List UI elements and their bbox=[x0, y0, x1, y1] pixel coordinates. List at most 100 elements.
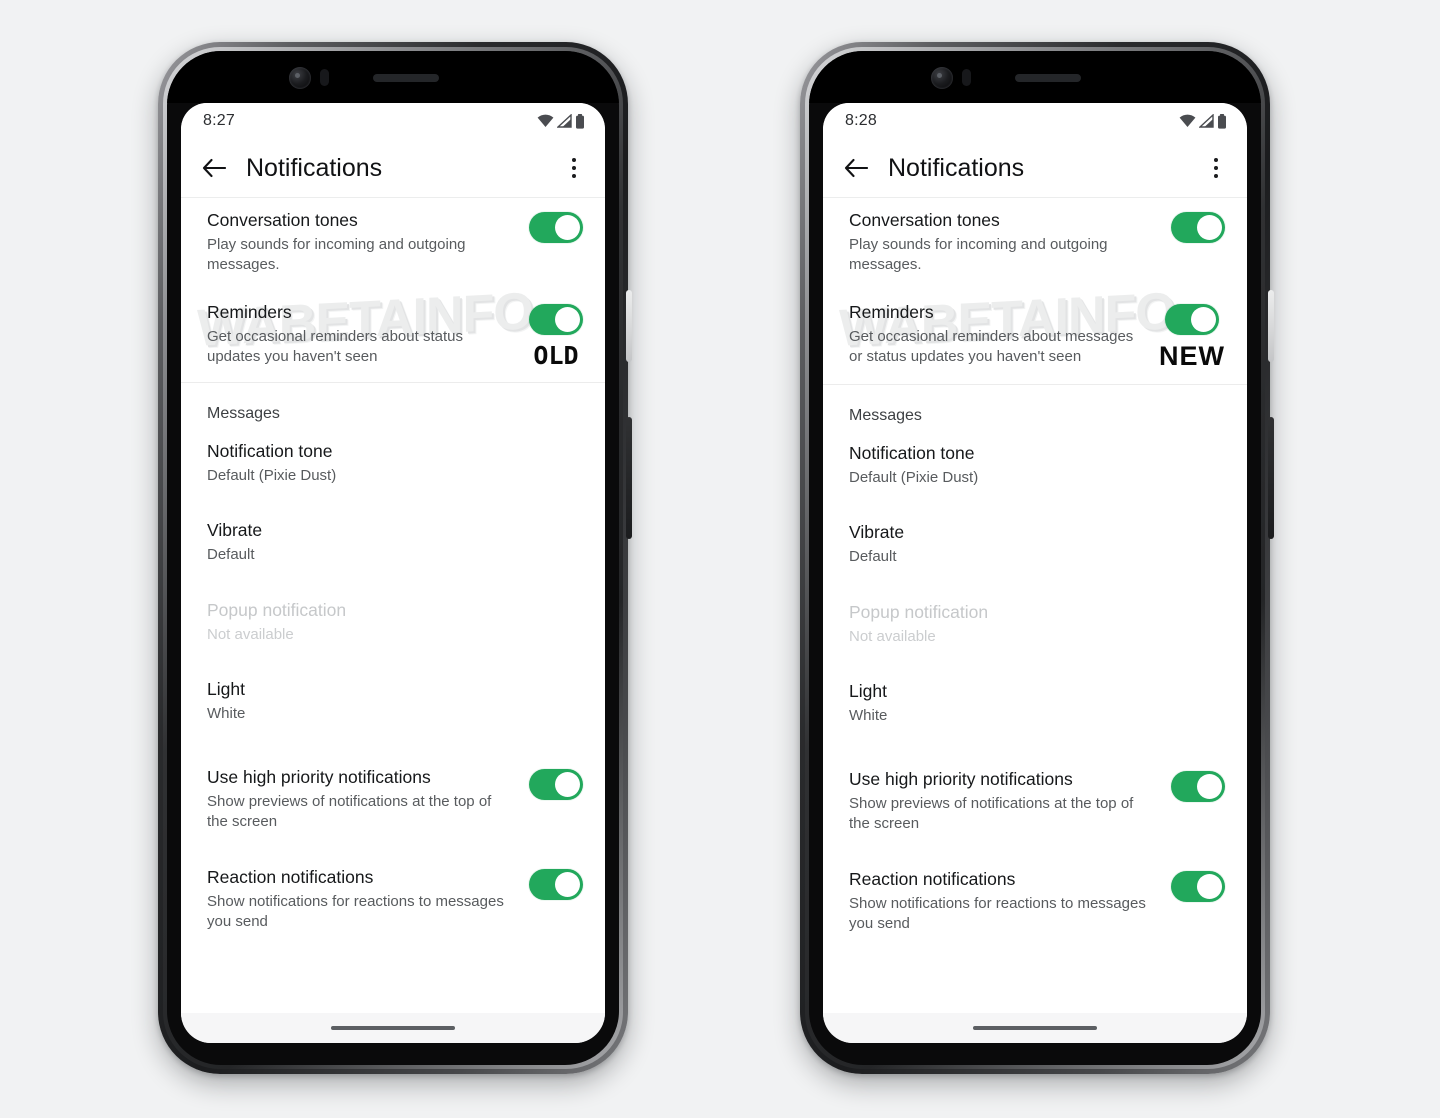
phone-screen: 8:28 Notifications WABETAINFO Conversati… bbox=[823, 103, 1247, 1043]
row-title: Reaction notifications bbox=[207, 866, 374, 887]
settings-content[interactable]: WABETAINFO Conversation tones Play sound… bbox=[823, 198, 1247, 1013]
setting-row-reminders[interactable]: Reminders Get occasional reminders about… bbox=[823, 290, 1247, 384]
section-messages: Notification tone Default (Pixie Dust) V… bbox=[823, 431, 1247, 741]
row-subtitle: Default (Pixie Dust) bbox=[207, 466, 337, 484]
settings-content[interactable]: WABETAINFO Conversation tones Play sound… bbox=[181, 198, 605, 1013]
row-control bbox=[1171, 210, 1225, 243]
row-control bbox=[529, 867, 583, 900]
toggle-conversation-tones[interactable] bbox=[529, 212, 583, 243]
status-bar: 8:27 bbox=[181, 103, 605, 139]
toggle-reminders[interactable] bbox=[529, 303, 583, 335]
toggle-knob bbox=[555, 771, 580, 797]
section-general: Conversation tones Play sounds for incom… bbox=[181, 198, 605, 383]
row-title: Notification tone bbox=[849, 442, 975, 463]
proximity-sensor-icon bbox=[962, 69, 971, 86]
row-subtitle: Show previews of notifications at the to… bbox=[849, 794, 1134, 833]
row-text: Vibrate Default bbox=[207, 520, 583, 565]
row-text: Popup notification Not available bbox=[849, 602, 1225, 647]
toggle-high-priority[interactable] bbox=[529, 768, 583, 800]
setting-row-vibrate[interactable]: Vibrate Default bbox=[181, 508, 605, 579]
status-bar-icons bbox=[1179, 113, 1227, 129]
row-subtitle: White bbox=[207, 705, 246, 723]
toggle-reminders[interactable] bbox=[1165, 303, 1219, 335]
variant-badge: OLD bbox=[533, 340, 579, 370]
gesture-nav-bar bbox=[823, 1013, 1247, 1043]
comparison-stage: 8:27 Notifications WABETAINFO Conversati… bbox=[0, 0, 1440, 1118]
row-text: Popup notification Not available bbox=[207, 600, 583, 645]
row-title: Reaction notifications bbox=[849, 868, 1016, 889]
volume-rocker-button[interactable] bbox=[1268, 417, 1274, 539]
row-title: Popup notification bbox=[849, 601, 989, 622]
row-subtitle: Get occasional reminders about status up… bbox=[207, 327, 463, 366]
row-title: Popup notification bbox=[207, 599, 347, 620]
status-bar-icons bbox=[537, 113, 585, 129]
setting-row-high-priority[interactable]: Use high priority notifications Show pre… bbox=[823, 757, 1247, 849]
section-messages: Notification tone Default (Pixie Dust) V… bbox=[181, 429, 605, 739]
setting-row-reaction-notifications[interactable]: Reaction notifications Show notification… bbox=[823, 857, 1247, 949]
row-text: Conversation tones Play sounds for incom… bbox=[207, 210, 515, 276]
setting-row-light[interactable]: Light White bbox=[181, 667, 605, 738]
row-subtitle: Show previews of notifications at the to… bbox=[207, 792, 492, 831]
row-text: Notification tone Default (Pixie Dust) bbox=[849, 443, 1225, 488]
front-camera-icon bbox=[931, 67, 953, 89]
page-title: Notifications bbox=[888, 153, 1025, 182]
top-bezel bbox=[167, 51, 619, 103]
setting-row-notification-tone[interactable]: Notification tone Default (Pixie Dust) bbox=[181, 429, 605, 500]
row-text: Light White bbox=[207, 679, 583, 724]
power-button[interactable] bbox=[626, 290, 632, 362]
row-title: Use high priority notifications bbox=[207, 766, 431, 787]
toggle-reaction-notifications[interactable] bbox=[529, 868, 583, 900]
row-control bbox=[529, 767, 583, 800]
volume-rocker-button[interactable] bbox=[626, 417, 632, 539]
toggle-high-priority[interactable] bbox=[1171, 770, 1225, 802]
battery-icon bbox=[575, 113, 585, 129]
status-bar: 8:28 bbox=[823, 103, 1247, 139]
setting-row-light[interactable]: Light White bbox=[823, 669, 1247, 740]
home-gesture-pill[interactable] bbox=[331, 1026, 455, 1030]
row-subtitle: Play sounds for incoming and outgoing me… bbox=[207, 235, 466, 274]
cellular-signal-icon bbox=[557, 114, 572, 128]
row-title: Conversation tones bbox=[207, 210, 358, 230]
home-gesture-pill[interactable] bbox=[973, 1026, 1097, 1030]
row-title: Reminders bbox=[207, 301, 292, 322]
setting-row-reminders[interactable]: Reminders Get occasional reminders about… bbox=[181, 290, 605, 382]
front-camera-icon bbox=[289, 67, 311, 89]
row-text: Reminders Get occasional reminders about… bbox=[207, 302, 515, 368]
setting-row-conversation-tones[interactable]: Conversation tones Play sounds for incom… bbox=[823, 198, 1247, 290]
setting-row-vibrate[interactable]: Vibrate Default bbox=[823, 510, 1247, 581]
phone-screen: 8:27 Notifications WABETAINFO Conversati… bbox=[181, 103, 605, 1043]
row-control: NEW bbox=[1159, 302, 1225, 370]
power-button[interactable] bbox=[1268, 290, 1274, 362]
setting-row-notification-tone[interactable]: Notification tone Default (Pixie Dust) bbox=[823, 431, 1247, 502]
row-title: Notification tone bbox=[207, 440, 333, 461]
row-subtitle: White bbox=[849, 707, 888, 725]
row-text: Notification tone Default (Pixie Dust) bbox=[207, 441, 583, 486]
toggle-knob bbox=[1197, 773, 1222, 799]
setting-row-reaction-notifications[interactable]: Reaction notifications Show notification… bbox=[181, 855, 605, 947]
row-title: Conversation tones bbox=[849, 210, 1000, 230]
more-vertical-icon[interactable] bbox=[1203, 153, 1229, 183]
toggle-reaction-notifications[interactable] bbox=[1171, 870, 1225, 902]
row-text: Conversation tones Play sounds for incom… bbox=[849, 210, 1157, 276]
toggle-knob bbox=[1191, 306, 1216, 332]
setting-row-conversation-tones[interactable]: Conversation tones Play sounds for incom… bbox=[181, 198, 605, 290]
row-title: Vibrate bbox=[207, 520, 263, 541]
arrow-left-icon[interactable] bbox=[199, 153, 229, 183]
row-text: Light White bbox=[849, 681, 1225, 726]
arrow-left-icon[interactable] bbox=[841, 153, 871, 183]
toggle-conversation-tones[interactable] bbox=[1171, 212, 1225, 243]
row-subtitle: Default bbox=[207, 546, 255, 564]
row-title: Light bbox=[207, 679, 245, 700]
row-subtitle: Default bbox=[849, 548, 897, 566]
phone-body: 8:28 Notifications WABETAINFO Conversati… bbox=[809, 51, 1261, 1065]
row-control bbox=[1171, 769, 1225, 802]
more-vertical-icon[interactable] bbox=[561, 153, 587, 183]
row-text: Use high priority notifications Show pre… bbox=[849, 769, 1157, 835]
setting-row-high-priority[interactable]: Use high priority notifications Show pre… bbox=[181, 755, 605, 847]
